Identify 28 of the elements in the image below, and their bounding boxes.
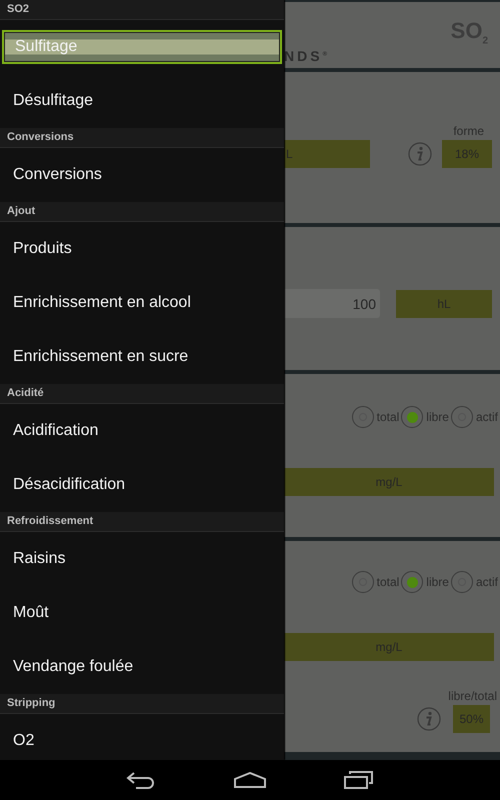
menu-item[interactable]: Raisins <box>2 544 282 574</box>
section-header: Stripping <box>0 694 284 714</box>
menu-item[interactable]: Moût <box>2 598 282 628</box>
radio-button[interactable] <box>450 571 473 593</box>
menu-item[interactable]: Produits <box>2 234 282 264</box>
back-icon[interactable] <box>126 771 156 789</box>
info-icon[interactable] <box>408 142 432 166</box>
recent-apps-icon[interactable] <box>344 771 374 789</box>
radio-button[interactable] <box>352 406 374 428</box>
menu-item[interactable]: Enrichissement en alcool <box>2 288 282 318</box>
section-header: Acidité <box>0 384 284 404</box>
radio-button[interactable] <box>450 406 473 428</box>
radio-button[interactable] <box>352 571 374 593</box>
menu-item[interactable]: O2 <box>2 726 282 756</box>
menu-item[interactable]: Conversions <box>2 160 282 190</box>
radio-button[interactable] <box>401 406 424 428</box>
menu-item[interactable]: Enrichissement en sucre <box>2 342 282 372</box>
section-header: SO2 <box>0 0 284 20</box>
section-header: Ajout <box>0 202 284 222</box>
menu-item[interactable]: Vendange foulée <box>2 652 282 682</box>
section-header: Refroidissement <box>0 512 284 532</box>
menu-item[interactable]: Désacidification <box>2 470 282 500</box>
section-header: Conversions <box>0 128 284 148</box>
menu-item[interactable]: Acidification <box>2 416 282 446</box>
home-icon[interactable] <box>234 772 266 788</box>
radio-button[interactable] <box>401 571 424 593</box>
info-icon[interactable] <box>417 707 441 731</box>
menu-item[interactable]: Désulfitage <box>2 86 282 116</box>
